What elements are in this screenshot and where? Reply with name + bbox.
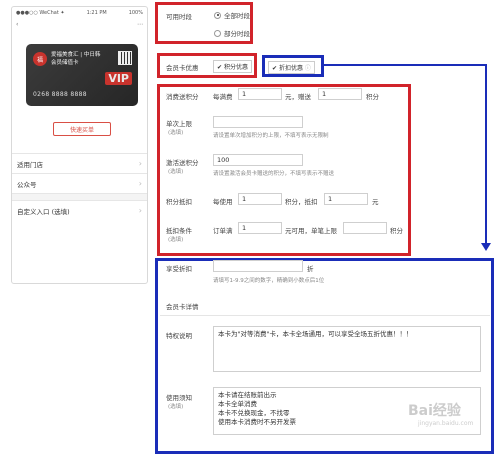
- radio-all-time[interactable]: 全部时段: [214, 10, 250, 20]
- card-name-line1: 爱福美食汇 | 中日韩: [51, 52, 101, 58]
- consume-points-input[interactable]: 1: [318, 88, 362, 100]
- enjoy-discount-suffix: 折: [307, 265, 314, 273]
- points-deduct-middle: 积分，抵扣: [285, 198, 318, 206]
- activate-points-input[interactable]: 100: [213, 154, 303, 166]
- radio-all-time-label: 全部时段: [224, 12, 250, 20]
- card-number: 0268 8888 8888: [33, 91, 87, 98]
- quick-buy-button[interactable]: 快速买单: [53, 122, 111, 136]
- consume-amount-input[interactable]: 1: [238, 88, 282, 100]
- points-deduct-input[interactable]: 1: [238, 193, 282, 205]
- consume-points-suffix: 积分: [366, 93, 379, 101]
- points-deduct-suffix: 元: [372, 198, 379, 206]
- phone-title-bar: ‹ ⋯: [12, 18, 147, 30]
- chevron-right-icon: ›: [138, 179, 142, 188]
- info-icon: ⓘ: [304, 65, 311, 72]
- points-deduct-prefix: 每使用: [213, 198, 233, 206]
- discount-label: 折扣优惠: [278, 65, 303, 72]
- usage-notes-sublabel: (选填): [168, 404, 184, 410]
- vip-badge: VIP: [105, 72, 132, 85]
- usage-notes-label: 使用须知: [166, 394, 192, 402]
- watermark-text: Bai经验: [408, 403, 461, 419]
- radio-partial-time-dot[interactable]: [214, 29, 221, 37]
- radio-partial-time[interactable]: 部分时段: [214, 28, 250, 38]
- phone-status-bar: ●●●○○ WeChat ✦ 1:21 PM 100%: [12, 7, 147, 18]
- back-icon[interactable]: ‹: [16, 21, 18, 28]
- points-deduct-amount-input[interactable]: 1: [324, 193, 368, 205]
- phone-list: 适用门店 › 公众号 › 自定义入口 (选填) ›: [12, 153, 147, 220]
- card-logo: 福: [33, 52, 47, 66]
- list-item-label: 公众号: [17, 180, 37, 189]
- points-deduct-label: 积分抵扣: [166, 198, 192, 206]
- card-name: 爱福美食汇 | 中日韩 会员储值卡: [51, 51, 113, 67]
- single-limit-input[interactable]: [213, 116, 303, 128]
- arrow-line-vertical: [485, 64, 487, 244]
- deduct-condition-sublabel: (选填): [168, 237, 184, 243]
- qr-code-icon: [118, 51, 132, 65]
- points-discount-checkbox[interactable]: ✔ 积分优惠: [213, 60, 252, 73]
- list-divider: [12, 193, 147, 200]
- consume-points-middle: 元，赠送: [285, 93, 311, 101]
- member-discount-label: 会员卡优惠: [166, 64, 199, 72]
- checkmark-icon: ✔: [217, 64, 223, 71]
- usable-time-label: 可用时段: [166, 13, 192, 21]
- deduct-condition-prefix: 订单满: [213, 227, 233, 235]
- radio-partial-time-label: 部分时段: [224, 30, 250, 38]
- enjoy-discount-hint: 请填写1-9.9之间的数字，精确到小数点后1位: [213, 278, 325, 284]
- card-detail-label: 会员卡详情: [166, 303, 199, 311]
- enjoy-discount-label: 享受折扣: [166, 265, 192, 273]
- list-item-label: 自定义入口 (选填): [17, 207, 70, 216]
- consume-points-label: 消费送积分: [166, 93, 199, 101]
- enjoy-discount-input[interactable]: [213, 260, 303, 272]
- card-name-line2: 会员储值卡: [51, 60, 79, 66]
- discount-checkbox[interactable]: ✔ 折扣优惠 ⓘ: [268, 61, 315, 74]
- list-item-stores[interactable]: 适用门店 ›: [12, 153, 147, 173]
- deduct-condition-suffix: 积分: [390, 227, 403, 235]
- more-icon[interactable]: ⋯: [137, 21, 143, 28]
- privilege-textarea[interactable]: 本卡为"对等消费"卡，本卡全场通用，可以享受全场五折优惠！！！: [213, 326, 481, 372]
- activate-points-label: 激活送积分: [166, 159, 199, 167]
- list-item-label: 适用门店: [17, 160, 43, 169]
- points-discount-label: 积分优惠: [223, 64, 248, 71]
- list-item-custom-entry[interactable]: 自定义入口 (选填) ›: [12, 200, 147, 220]
- activate-points-hint: 请设置激活会员卡赠送的积分，不填写表示不赠送: [213, 171, 335, 177]
- chevron-right-icon: ›: [138, 159, 142, 168]
- radio-all-time-dot[interactable]: [214, 11, 221, 19]
- privilege-label: 特权说明: [166, 332, 192, 340]
- deduct-condition-middle: 元可用，单笔上限: [285, 227, 337, 235]
- chevron-right-icon: ›: [138, 206, 142, 215]
- member-card: 福 爱福美食汇 | 中日韩 会员储值卡 VIP 0268 8888 8888: [26, 44, 138, 106]
- watermark-sub: jingyan.baidu.com: [418, 420, 474, 427]
- checkmark-icon: ✔: [272, 65, 278, 72]
- deduct-condition-amount-input[interactable]: 1: [238, 222, 282, 234]
- status-left: ●●●○○ WeChat ✦: [16, 9, 65, 16]
- phone-preview: ●●●○○ WeChat ✦ 1:21 PM 100% ‹ ⋯ 福 爱福美食汇 …: [11, 6, 148, 284]
- status-right: 100%: [128, 9, 143, 16]
- arrow-head-icon: [481, 243, 491, 251]
- activate-points-sublabel: (选填): [168, 169, 184, 175]
- single-limit-hint: 请设置单次增加积分的上限，不填写表示无限制: [213, 133, 329, 139]
- arrow-line-horizontal: [324, 64, 487, 66]
- consume-points-prefix: 每满费: [213, 93, 233, 101]
- single-limit-label: 单次上限: [166, 120, 192, 128]
- deduct-condition-limit-input[interactable]: [343, 222, 387, 234]
- section-divider: [160, 315, 490, 316]
- single-limit-sublabel: (选填): [168, 130, 184, 136]
- deduct-condition-label: 抵扣条件: [166, 227, 192, 235]
- list-item-official-account[interactable]: 公众号 ›: [12, 173, 147, 193]
- status-time: 1:21 PM: [86, 9, 107, 16]
- watermark: Bai经验: [408, 400, 461, 420]
